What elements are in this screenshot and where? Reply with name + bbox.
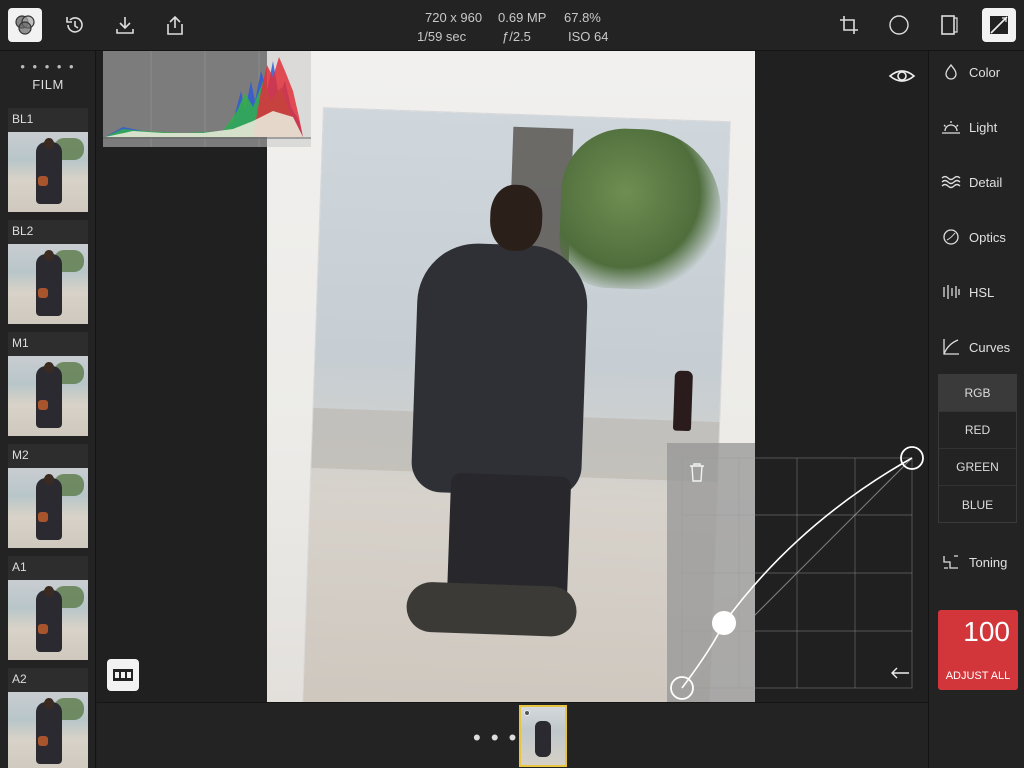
current-image-thumbnail[interactable] — [519, 705, 567, 767]
crop-icon[interactable] — [832, 8, 866, 42]
preset-label: M1 — [12, 336, 29, 350]
film-category-title[interactable]: FILM — [0, 77, 95, 92]
preset-thumbnail — [8, 468, 88, 548]
preset-thumbnail — [8, 580, 88, 660]
detail-waves-icon — [941, 172, 961, 192]
preset-label: A1 — [12, 560, 27, 574]
preview-eye-icon[interactable] — [887, 65, 917, 87]
channel-blue[interactable]: BLUE — [939, 486, 1016, 523]
aperture: ƒ/2.5 — [502, 29, 531, 44]
top-toolbar: 720 x 960 1/59 sec 0.69 MP ƒ/2.5 67.8% I… — [0, 0, 1024, 51]
zoom-level: 67.8% — [564, 10, 601, 25]
filmstrip-toggle-icon[interactable] — [107, 659, 139, 691]
megapixels: 0.69 MP — [498, 10, 547, 25]
tool-light[interactable]: Light — [929, 112, 1024, 142]
image-meta-right: 67.8% ISO 64 — [564, 8, 608, 46]
tool-color[interactable]: Color — [929, 57, 1024, 87]
adjust-all-button[interactable]: 100 ADJUST ALL — [938, 610, 1018, 690]
share-icon[interactable] — [158, 8, 192, 42]
film-preset-panel: • • • • • FILM BL1 BL2 M1 M2 A1 A2 — [0, 51, 96, 768]
preset-tile[interactable]: A2 — [8, 668, 88, 768]
shutter-speed: 1/59 sec — [417, 29, 467, 44]
image-meta-mid: 0.69 MP ƒ/2.5 — [498, 8, 546, 46]
filters-icon[interactable] — [8, 8, 42, 42]
iso: ISO 64 — [568, 29, 609, 44]
bottom-filmstrip: • • • — [97, 702, 928, 768]
vignette-icon[interactable] — [882, 8, 916, 42]
optics-lens-icon — [941, 227, 961, 247]
tool-hsl[interactable]: HSL — [929, 277, 1024, 307]
more-options-button[interactable]: • • • — [473, 725, 518, 751]
curve-channel-selector: RGB RED GREEN BLUE — [938, 374, 1017, 523]
adjust-all-value: 100 — [963, 616, 1010, 647]
preset-tile[interactable]: BL1 — [8, 108, 88, 212]
tool-label: Color — [969, 64, 1001, 80]
curve-point-black[interactable] — [670, 676, 694, 700]
preset-label: BL1 — [12, 112, 34, 126]
preset-tile[interactable]: A1 — [8, 556, 88, 660]
hsl-bars-icon — [941, 282, 961, 302]
pager-dots[interactable]: • • • • • — [0, 59, 95, 74]
curves-icon — [941, 337, 961, 357]
tool-optics[interactable]: Optics — [929, 222, 1024, 252]
tool-label: HSL — [969, 284, 995, 300]
trash-icon[interactable] — [687, 461, 707, 483]
image-dimensions: 720 x 960 — [425, 10, 483, 25]
tool-label: Toning — [969, 554, 1008, 570]
preset-label: BL2 — [12, 224, 34, 238]
preset-label: A2 — [12, 672, 27, 686]
download-icon[interactable] — [108, 8, 142, 42]
straighten-icon[interactable] — [932, 8, 966, 42]
curves-editor[interactable] — [667, 443, 928, 702]
undo-arrow-icon[interactable] — [889, 665, 911, 681]
preset-tile[interactable]: BL2 — [8, 220, 88, 324]
channel-red[interactable]: RED — [939, 412, 1016, 449]
photo-print — [302, 108, 730, 702]
preset-label: M2 — [12, 448, 29, 462]
toning-icon — [941, 552, 961, 572]
tool-label: Light — [969, 119, 998, 135]
curve-point-white[interactable] — [900, 446, 924, 470]
preset-thumbnail — [8, 692, 88, 768]
preset-thumbnail — [8, 244, 88, 324]
preset-tile[interactable]: M1 — [8, 332, 88, 436]
light-sun-icon — [941, 117, 961, 137]
channel-green[interactable]: GREEN — [939, 449, 1016, 486]
tool-label: Curves — [969, 339, 1011, 355]
channel-rgb[interactable]: RGB — [939, 375, 1016, 412]
compare-icon[interactable] — [982, 8, 1016, 42]
preset-tile[interactable]: M2 — [8, 444, 88, 548]
image-meta-left: 720 x 960 1/59 sec — [417, 8, 483, 46]
preset-thumbnail — [8, 356, 88, 436]
tool-curves[interactable]: Curves — [929, 332, 1024, 362]
adjust-all-label: ADJUST ALL — [945, 670, 1011, 682]
tool-detail[interactable]: Detail — [929, 167, 1024, 197]
editor-canvas[interactable] — [97, 51, 928, 702]
preset-thumbnail — [8, 132, 88, 212]
adjustment-tools-panel: Color Light Detail Optics HSL Curves RGB… — [928, 51, 1024, 768]
curve-point-mid[interactable] — [712, 611, 736, 635]
histogram — [103, 51, 311, 147]
tool-label: Detail — [969, 174, 1003, 190]
color-drop-icon — [941, 62, 961, 82]
history-icon[interactable] — [58, 8, 92, 42]
tool-label: Optics — [969, 229, 1006, 245]
tool-toning[interactable]: Toning — [929, 547, 1024, 577]
